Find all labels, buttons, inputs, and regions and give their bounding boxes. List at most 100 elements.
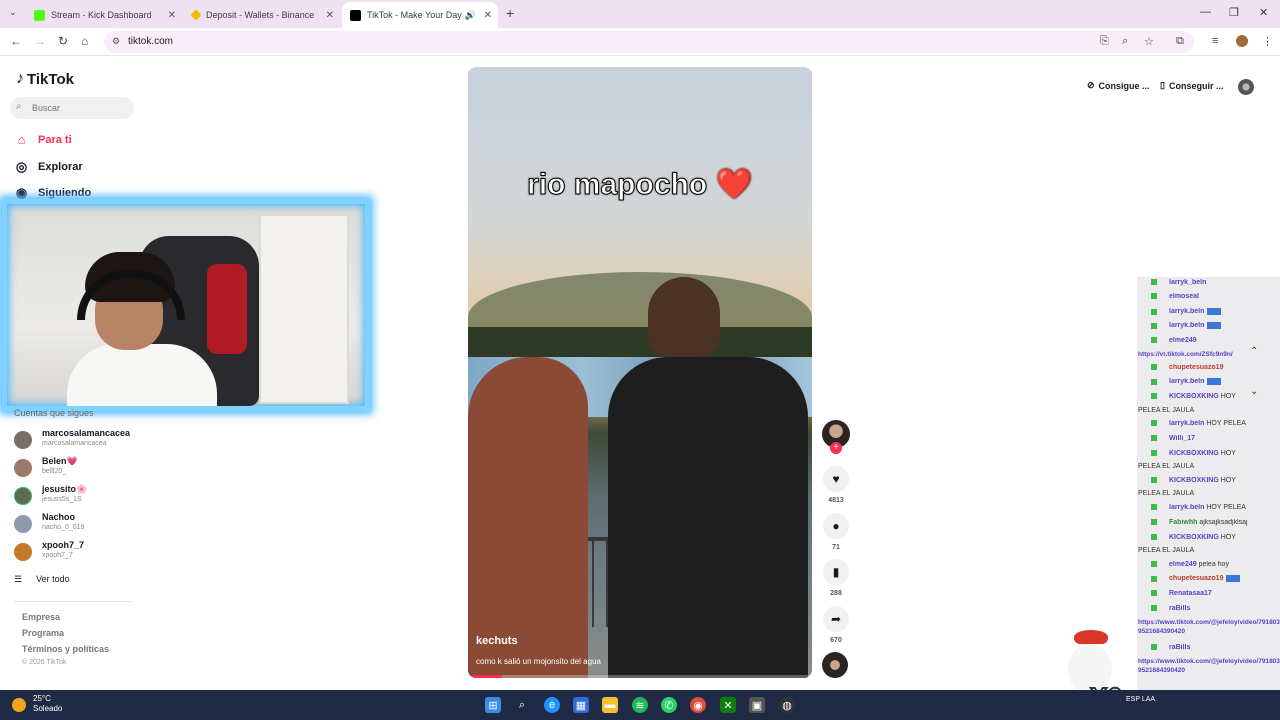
following-user: xpooh7_7 [42, 552, 73, 559]
home-icon[interactable]: ⌂ [81, 34, 88, 48]
divider [14, 601, 132, 602]
chat-message: larryk.beln HOY PELEA [1137, 504, 1280, 518]
minimize-icon[interactable]: — [1200, 6, 1211, 18]
spotify-icon[interactable]: ≋ [632, 697, 648, 713]
chevron-down-icon[interactable]: ⌄ [1250, 386, 1258, 397]
chat-link[interactable]: https://www.tiktok.com/@jefeloy/video/79… [1138, 657, 1280, 675]
chat-message: chupetesuazo19 [1137, 364, 1280, 378]
webcam-person [67, 252, 217, 406]
bookmark-star-icon[interactable]: ☆ [1144, 35, 1154, 48]
video-person [608, 277, 808, 678]
folder-icon[interactable]: ▬ [602, 697, 618, 713]
xbox-icon[interactable]: ✕ [720, 697, 736, 713]
url-field[interactable]: ⚙ tiktok.com ⎘ ⌕ ☆ [104, 31, 1194, 53]
install-icon[interactable]: ⎘ [1100, 35, 1109, 48]
zoom-icon[interactable]: ⌕ [1122, 35, 1128, 48]
sun-icon[interactable] [12, 698, 26, 712]
chat-message: KICKBOXKING HOY [1137, 450, 1280, 464]
nav-label: Explorar [38, 161, 83, 173]
back-icon[interactable]: ← [10, 34, 22, 48]
progress-fill [468, 675, 503, 678]
close-icon[interactable]: ✕ [168, 10, 176, 21]
chat-message: larryk.beln [1137, 322, 1280, 336]
sound-disc[interactable] [822, 652, 848, 678]
video-author[interactable]: kechuts [476, 635, 518, 647]
menu-icon[interactable]: ⋮ [1262, 35, 1273, 48]
following-name: jesusito🌸 [42, 484, 88, 494]
footer-link-programa[interactable]: Programa [22, 628, 64, 638]
language-indicator[interactable]: ESP LAA [1126, 695, 1155, 704]
chrome-icon[interactable]: ◉ [690, 697, 706, 713]
share-count: 670 [830, 637, 842, 644]
coins-label: Consigue ... [1098, 80, 1150, 91]
follow-plus-icon[interactable]: + [830, 442, 842, 454]
chat-link[interactable]: https://vt.tiktok.com/ZSfc9n9n/ [1138, 350, 1280, 359]
avatar [14, 487, 32, 505]
extensions-icon[interactable]: ⧉ [1176, 35, 1184, 48]
windows-start-icon[interactable]: ⊞ [485, 697, 501, 713]
restore-icon[interactable]: ❐ [1229, 6, 1239, 19]
new-tab-icon[interactable]: + [506, 5, 514, 21]
share-button[interactable]: ➦ 670 [822, 606, 850, 644]
search-input[interactable] [32, 100, 128, 116]
address-bar: ← → ↻ ⌂ ⚙ tiktok.com ⎘ ⌕ ☆ ⧉ ≡ ⋮ [0, 28, 1280, 56]
chat-message: larryk_beln [1137, 279, 1280, 293]
nav-explorar[interactable]: ◎ Explorar [14, 159, 83, 175]
chat-message: elme249 [1137, 337, 1280, 351]
chevron-up-icon[interactable]: ⌃ [1250, 346, 1258, 357]
tab-binance[interactable]: Deposit - Wallets - Binance ✕ [184, 4, 340, 26]
whatsapp-icon[interactable]: ✆ [661, 697, 677, 713]
edge-icon[interactable]: e [544, 697, 560, 713]
tiktok-logo[interactable]: ♪ TikTok [16, 70, 74, 88]
search-icon[interactable]: ⌕ [514, 697, 530, 713]
chat-message: elmoseal [1137, 293, 1280, 307]
chat-message: KICKBOXKING HOY [1137, 393, 1280, 407]
nav-para-ti[interactable]: ⌂ Para ti [14, 132, 72, 147]
tab-search-icon[interactable]: ⌄ [9, 7, 17, 18]
tab-kick[interactable]: Stream - Kick Dashboard ✕ [26, 4, 182, 26]
app-label: Conseguir ... [1168, 80, 1224, 91]
forward-icon[interactable]: → [34, 34, 46, 48]
site-info-icon[interactable]: ⚙ [112, 36, 120, 47]
avatar [14, 431, 32, 449]
obs-icon[interactable]: ◍ [779, 697, 795, 713]
chat-message: larryk.beln [1137, 308, 1280, 322]
comment-button[interactable]: ● 71 [822, 513, 850, 551]
see-all-button[interactable]: ☰ Ver todo [14, 574, 70, 585]
search-box[interactable]: ⌕ [10, 97, 134, 119]
chat-message: KICKBOXKING HOY [1137, 534, 1280, 548]
footer-link-terms[interactable]: Términos y políticas [22, 644, 109, 654]
footer-link-empresa[interactable]: Empresa [22, 612, 60, 622]
home-icon: ⌂ [17, 132, 26, 147]
like-count: 4813 [828, 497, 844, 504]
video-description: como k salió un mojonsito del agua [476, 657, 601, 666]
user-avatar[interactable] [1238, 79, 1254, 95]
close-icon[interactable]: ✕ [484, 10, 492, 21]
app-icon[interactable]: ▣ [749, 697, 765, 713]
chat-link[interactable]: https://www.tiktok.com/@jefeloy/video/79… [1138, 618, 1280, 636]
get-app-button[interactable]: ▯ Conseguir ... [1160, 80, 1223, 91]
coin-icon: ⊘ [1087, 80, 1095, 90]
tab-title: Deposit - Wallets - Binance [206, 10, 315, 20]
weather-temperature: 25°C [33, 694, 51, 703]
chat-message: Renatasaa17 [1137, 590, 1280, 604]
reload-icon[interactable]: ↻ [58, 34, 68, 48]
speaker-icon[interactable]: 🔊 [465, 10, 476, 21]
chat-message: raBills [1137, 605, 1280, 619]
video-player[interactable]: rio mapocho ❤️ kechuts como k salió un m… [468, 67, 812, 678]
following-name: Belen💗 [42, 456, 78, 466]
chat-message: chupetesuazo19 [1137, 575, 1280, 589]
save-button[interactable]: ▮ 288 [822, 559, 850, 597]
profile-avatar[interactable] [1236, 35, 1248, 47]
window-close-icon[interactable]: ✕ [1259, 6, 1268, 19]
get-coins-button[interactable]: ⊘ Consigue ... [1087, 80, 1150, 91]
tab-tiktok[interactable]: TikTok - Make Your Day 🔊 ✕ [342, 2, 498, 28]
like-button[interactable]: ♥ 4813 [822, 466, 850, 504]
following-name: xpooh7_7 [42, 540, 85, 550]
video-progress[interactable] [468, 675, 812, 678]
store-icon[interactable]: ▦ [573, 697, 589, 713]
list-icon: ☰ [14, 574, 23, 584]
close-icon[interactable]: ✕ [326, 10, 334, 21]
media-icon[interactable]: ≡ [1212, 35, 1218, 47]
logo-text: TikTok [27, 70, 74, 88]
